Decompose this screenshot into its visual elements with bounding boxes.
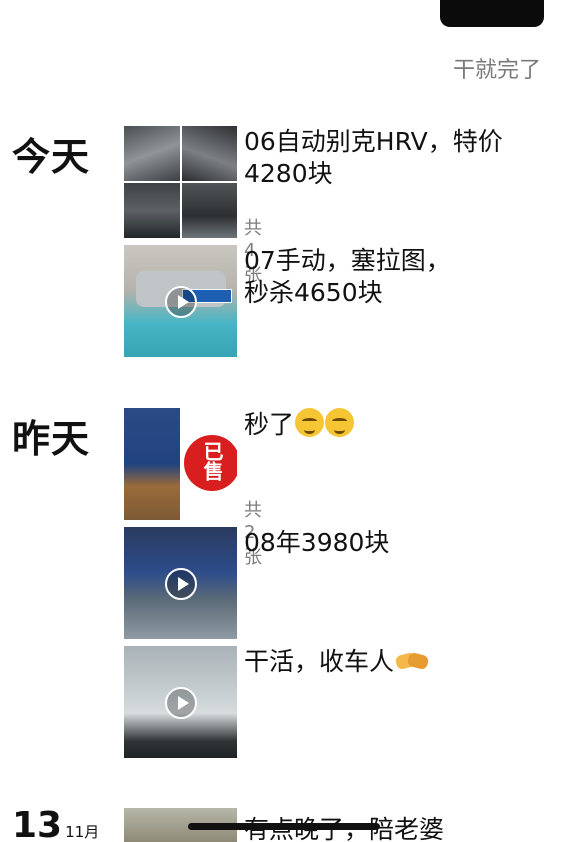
photo-thumbnail <box>124 183 180 238</box>
post-text: 06自动别克HRV，特价4280块 <box>244 127 503 188</box>
day-label-today: 今天 <box>12 135 91 179</box>
photo-thumbnail <box>124 408 180 520</box>
post-text: 干活，收车人 <box>244 646 544 678</box>
play-icon[interactable] <box>165 687 197 719</box>
handshake-icon <box>396 650 428 672</box>
top-status-pill <box>440 0 544 27</box>
play-icon[interactable] <box>165 286 197 318</box>
photo-thumbnail <box>181 183 237 238</box>
video-thumbnail[interactable] <box>124 527 237 639</box>
day-label-yesterday: 昨天 <box>12 417 91 461</box>
sold-stamp: 已售 <box>184 435 237 491</box>
date-day: 13 <box>12 805 63 842</box>
post-text: 08年3980块 <box>244 528 390 557</box>
video-thumbnail[interactable] <box>124 646 237 758</box>
sold-stamp-label: 已售 <box>200 441 224 481</box>
play-icon[interactable] <box>165 568 197 600</box>
smiling-face-icon <box>295 408 325 437</box>
photo-grid[interactable] <box>124 126 237 238</box>
post-text: 07手动，塞拉图，秒杀4650块 <box>244 246 451 307</box>
post-text-content: 干活，收车人 <box>244 647 395 676</box>
smiling-face-icon <box>325 408 355 437</box>
date-month: 11月 <box>65 823 100 841</box>
photo-grid[interactable]: 已售 <box>124 408 237 520</box>
video-thumbnail[interactable] <box>124 245 237 357</box>
home-indicator[interactable] <box>188 823 380 830</box>
photo-thumbnail <box>124 126 180 181</box>
photo-thumbnail <box>181 126 237 181</box>
post-text-content: 秒了 <box>244 410 295 439</box>
post-text: 秒了 <box>244 408 544 441</box>
profile-signature: 干就完了 <box>452 58 541 83</box>
date-label: 13 11月 <box>12 805 99 842</box>
